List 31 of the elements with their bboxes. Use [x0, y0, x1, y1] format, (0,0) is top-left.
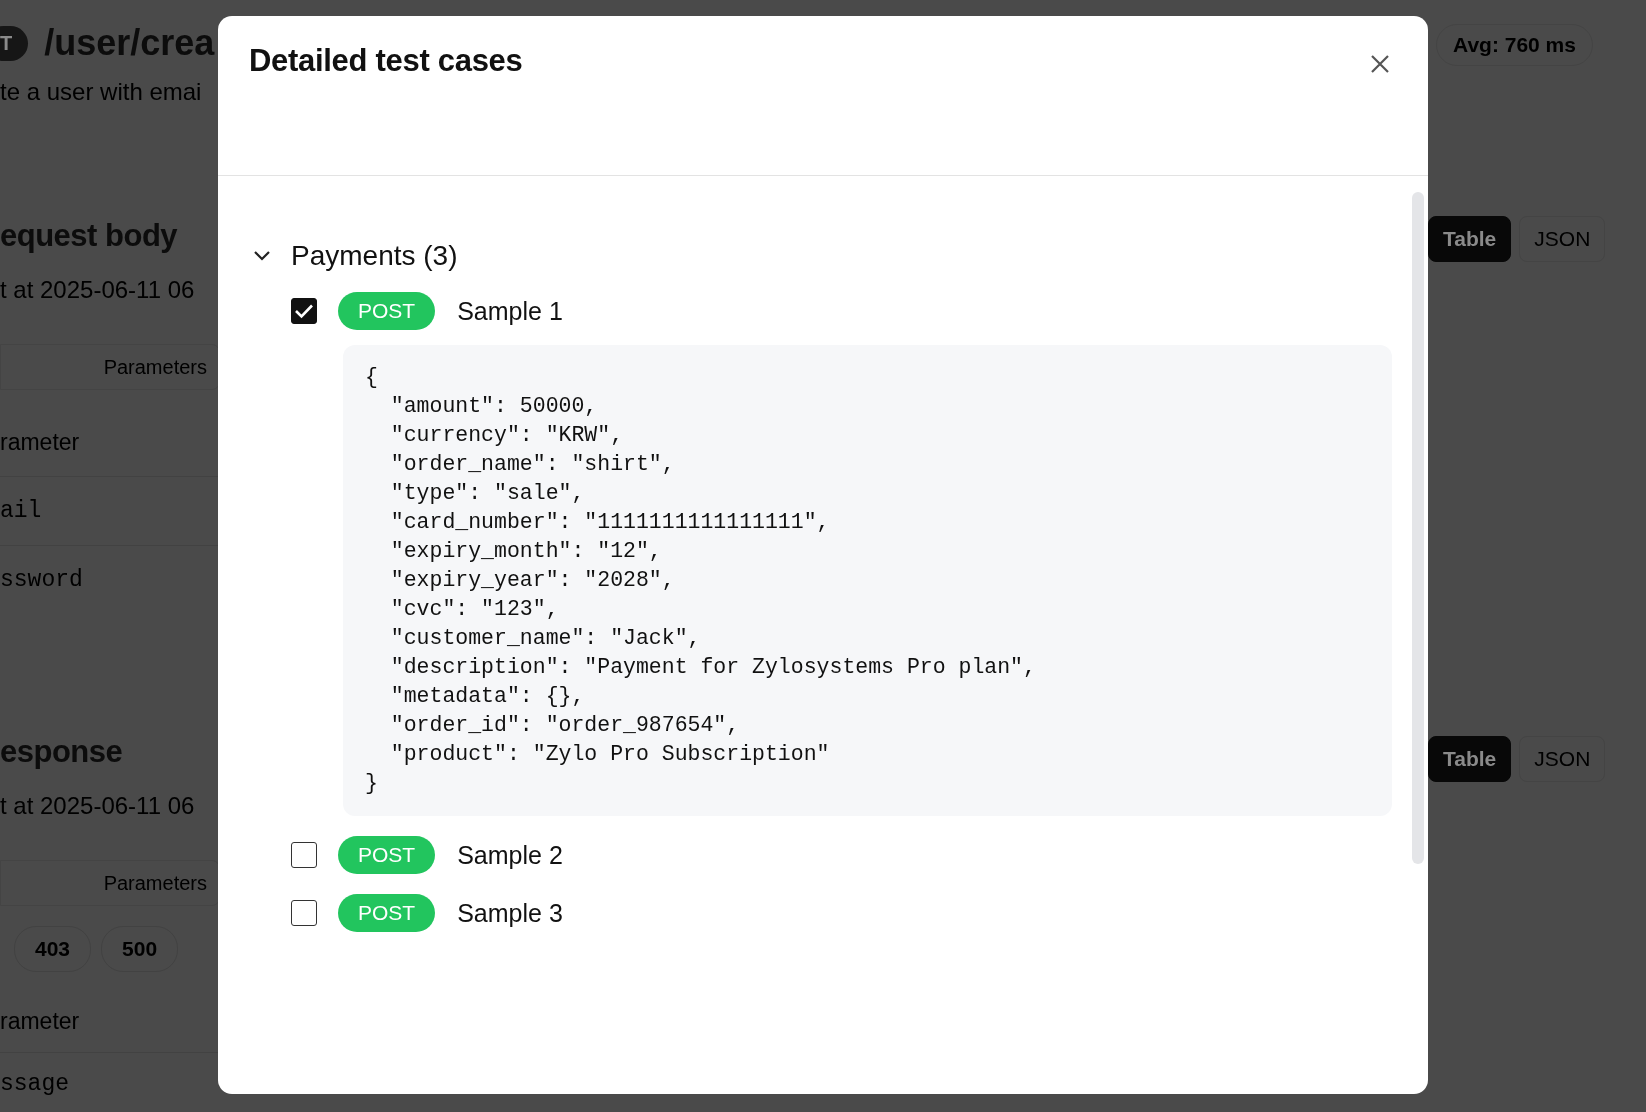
method-badge: T: [0, 25, 29, 61]
sample-name: Sample 3: [457, 898, 563, 928]
status-code-chip[interactable]: 500: [101, 926, 179, 972]
scrollbar[interactable]: [1412, 192, 1424, 864]
section-timestamp: t at 2025-06-11 06: [0, 276, 196, 304]
sample-name: Sample 2: [457, 840, 563, 870]
view-tab[interactable]: Table: [1428, 216, 1512, 262]
code-block: { "amount": 50000, "currency": "KRW", "order_name": "shirt", "type": "sale", "card_number": "1111111111111111", "expiry_month": "12", "expiry_year": "2028", "cvc": "123", "customer_name": "Jack", "description": "Payment for Zylosystems Pro plan", "metadata": {}, "order_id": "order_987654", "product": "Zylo Pro Subscription" }: [343, 345, 1392, 816]
table-header: Parameters: [0, 860, 220, 906]
status-code-chip[interactable]: 403: [14, 926, 92, 972]
method-badge: POST: [338, 894, 436, 932]
close-icon: [1370, 54, 1390, 74]
endpoint-description: te a user with emai: [0, 78, 203, 106]
section-title: equest body: [0, 218, 179, 254]
view-tab[interactable]: JSON: [1519, 216, 1606, 262]
checkbox[interactable]: [291, 842, 317, 868]
parameter-name: rameter: [0, 1006, 81, 1036]
endpoint-path: /user/crea: [44, 22, 215, 64]
method-badge: POST: [338, 292, 436, 330]
section-timestamp: t at 2025-06-11 06: [0, 792, 196, 820]
checkbox[interactable]: [291, 900, 317, 926]
table-header: Parameters: [0, 344, 220, 390]
group-header[interactable]: Payments (3): [252, 238, 1428, 274]
parameter-name: rameter: [0, 427, 81, 457]
method-badge: POST: [338, 836, 436, 874]
dialog-title: Detailed test cases: [249, 43, 523, 79]
checkbox[interactable]: [291, 298, 317, 324]
view-tab[interactable]: Table: [1428, 736, 1512, 782]
view-tab[interactable]: JSON: [1519, 736, 1606, 782]
sample-name: Sample 1: [457, 296, 563, 326]
section-title: esponse: [0, 734, 124, 770]
